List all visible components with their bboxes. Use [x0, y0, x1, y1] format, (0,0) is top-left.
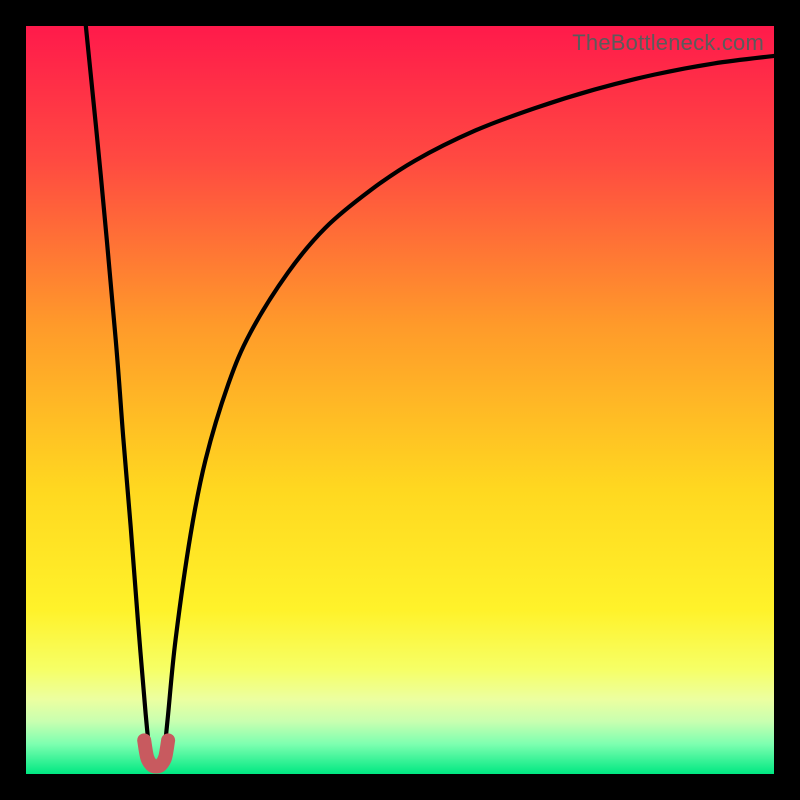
- plot-area: TheBottleneck.com: [26, 26, 774, 774]
- right-branch-curve: [164, 56, 774, 752]
- chart-curves: [26, 26, 774, 774]
- left-branch-curve: [86, 26, 150, 752]
- bottom-u-marker: [144, 740, 168, 766]
- outer-frame: TheBottleneck.com: [0, 0, 800, 800]
